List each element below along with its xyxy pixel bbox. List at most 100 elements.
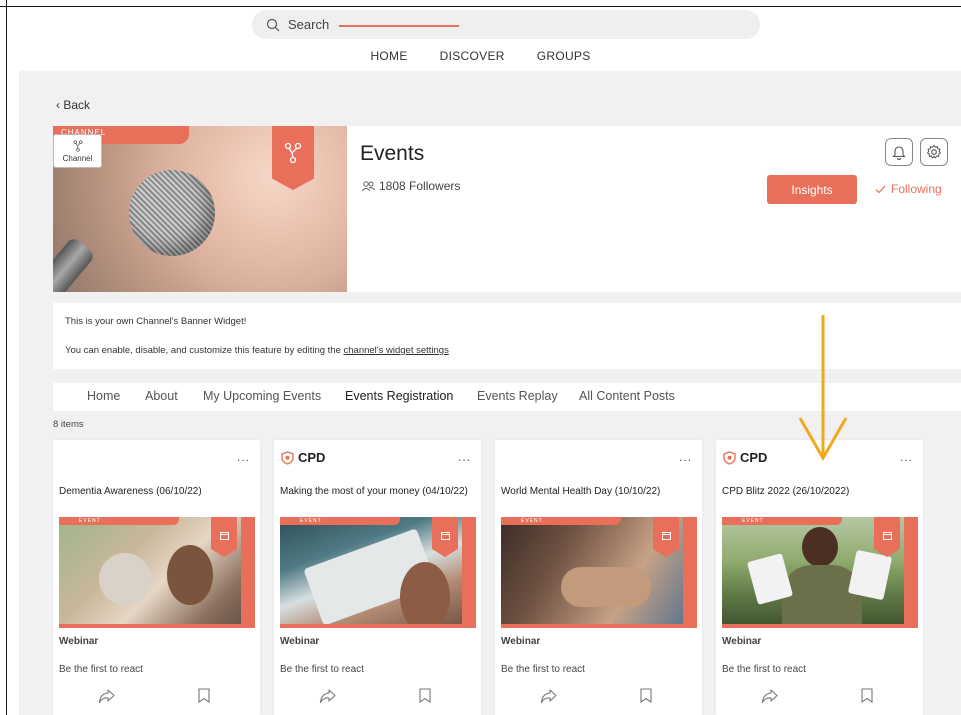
tab-my-upcoming-events[interactable]: My Upcoming Events [203, 389, 321, 403]
card-type: Webinar [280, 636, 320, 647]
channel-followers[interactable]: 1808 Followers [361, 179, 460, 193]
more-options-button[interactable]: ... [679, 450, 692, 464]
event-card[interactable]: ... World Mental Health Day (10/10/22) E… [495, 440, 702, 715]
calendar-icon [440, 532, 450, 540]
nav-home[interactable]: HOME [370, 49, 407, 63]
channel-ribbon [272, 126, 314, 190]
card-image-tag: EVENT [280, 517, 400, 525]
tab-events-registration[interactable]: Events Registration [345, 389, 453, 403]
nav-groups[interactable]: GROUPS [537, 49, 591, 63]
image-figure [400, 562, 450, 628]
card-calendar-ribbon [211, 517, 237, 557]
card-image-bottom-bar [280, 624, 476, 628]
widget-line-2: You can enable, disable, and customize t… [65, 345, 449, 356]
card-type: Webinar [501, 636, 541, 647]
share-icon[interactable] [98, 688, 116, 704]
image-figure [99, 553, 151, 605]
more-options-button[interactable]: ... [458, 450, 471, 464]
widget-line-2-text: You can enable, disable, and customize t… [65, 345, 344, 356]
annotation-arrow [798, 315, 848, 462]
following-button[interactable]: Following [875, 182, 942, 196]
cpd-label: CPD [298, 450, 326, 465]
card-image-bottom-bar [59, 624, 255, 628]
event-card[interactable]: ... Dementia Awareness (06/10/22) EVENT … [53, 440, 260, 715]
share-icon[interactable] [540, 688, 558, 704]
microphone-stand [53, 236, 96, 292]
card-calendar-ribbon [432, 517, 458, 557]
card-image-bottom-bar [501, 624, 697, 628]
tab-about[interactable]: About [145, 389, 178, 403]
card-reaction[interactable]: Be the first to react [59, 664, 143, 675]
search-placeholder: Search [288, 17, 330, 32]
following-label: Following [891, 182, 942, 196]
items-count: 8 items [53, 419, 84, 430]
card-image[interactable]: EVENT [59, 517, 255, 628]
card-title[interactable]: Making the most of your money (04/10/22) [280, 485, 470, 498]
notifications-button[interactable] [885, 138, 913, 166]
channel-banner-image: CHANNEL Channel [53, 126, 347, 292]
card-reaction[interactable]: Be the first to react [280, 664, 364, 675]
card-image-edge [904, 517, 918, 628]
bookmark-icon[interactable] [419, 688, 431, 703]
insights-button[interactable]: Insights [767, 175, 857, 204]
bookmark-icon[interactable] [198, 688, 210, 703]
back-link[interactable]: ‹ Back [56, 98, 90, 112]
widget-line-1: This is your own Channel's Banner Widget… [65, 316, 247, 327]
cpd-shield-icon [281, 450, 294, 465]
card-image[interactable]: EVENT [280, 517, 476, 628]
image-paper [746, 553, 794, 605]
image-figure [802, 527, 838, 567]
image-figure-body [782, 565, 862, 628]
tab-all-content-posts[interactable]: All Content Posts [579, 389, 675, 403]
main-nav: HOME DISCOVER GROUPS [0, 49, 961, 63]
nav-discover[interactable]: DISCOVER [440, 49, 505, 63]
channel-title: Events [360, 142, 425, 165]
share-icon[interactable] [761, 688, 779, 704]
bookmark-icon[interactable] [640, 688, 652, 703]
card-image[interactable]: EVENT [722, 517, 918, 628]
bell-icon [892, 146, 906, 160]
card-image-edge [241, 517, 255, 628]
calendar-icon [219, 532, 229, 540]
more-options-button[interactable]: ... [900, 450, 913, 464]
card-type: Webinar [59, 636, 99, 647]
check-icon [875, 185, 886, 193]
card-calendar-ribbon [653, 517, 679, 557]
channel-icon [73, 139, 82, 152]
event-card[interactable]: CPD ... CPD Blitz 2022 (26/10/2022) EVEN… [716, 440, 923, 715]
event-card[interactable]: CPD ... Making the most of your money (0… [274, 440, 481, 715]
more-options-button[interactable]: ... [237, 450, 250, 464]
screenshot-border-left [6, 0, 7, 715]
cpd-badge: CPD [281, 450, 325, 465]
channel-type-badge: Channel [53, 134, 102, 168]
card-title[interactable]: Dementia Awareness (06/10/22) [59, 485, 249, 498]
card-image-edge [683, 517, 697, 628]
search-input[interactable]: Search [252, 10, 760, 39]
card-image[interactable]: EVENT [501, 517, 697, 628]
share-icon[interactable] [319, 688, 337, 704]
card-reaction[interactable]: Be the first to react [722, 664, 806, 675]
card-type: Webinar [722, 636, 762, 647]
cpd-shield-icon [723, 450, 736, 465]
channel-type-label: Channel [62, 153, 93, 163]
card-image-bottom-bar [722, 624, 918, 628]
card-title[interactable]: World Mental Health Day (10/10/22) [501, 485, 691, 498]
card-reaction[interactable]: Be the first to react [501, 664, 585, 675]
card-title[interactable]: CPD Blitz 2022 (26/10/2022) [722, 485, 912, 498]
widget-settings-link[interactable]: channel's widget settings [344, 345, 449, 356]
settings-button[interactable] [920, 138, 948, 166]
cpd-badge: CPD [723, 450, 767, 465]
bookmark-icon[interactable] [861, 688, 873, 703]
gear-icon [926, 144, 942, 159]
image-figure [167, 545, 213, 605]
card-calendar-ribbon [874, 517, 900, 557]
card-image-tag: EVENT [501, 517, 621, 525]
search-icon [266, 18, 280, 31]
followers-count: 1808 Followers [379, 179, 461, 193]
microphone-head [129, 170, 215, 256]
card-image-edge [462, 517, 476, 628]
tab-home[interactable]: Home [87, 389, 120, 403]
cpd-label: CPD [740, 450, 768, 465]
tab-events-replay[interactable]: Events Replay [477, 389, 558, 403]
followers-icon [361, 180, 375, 191]
